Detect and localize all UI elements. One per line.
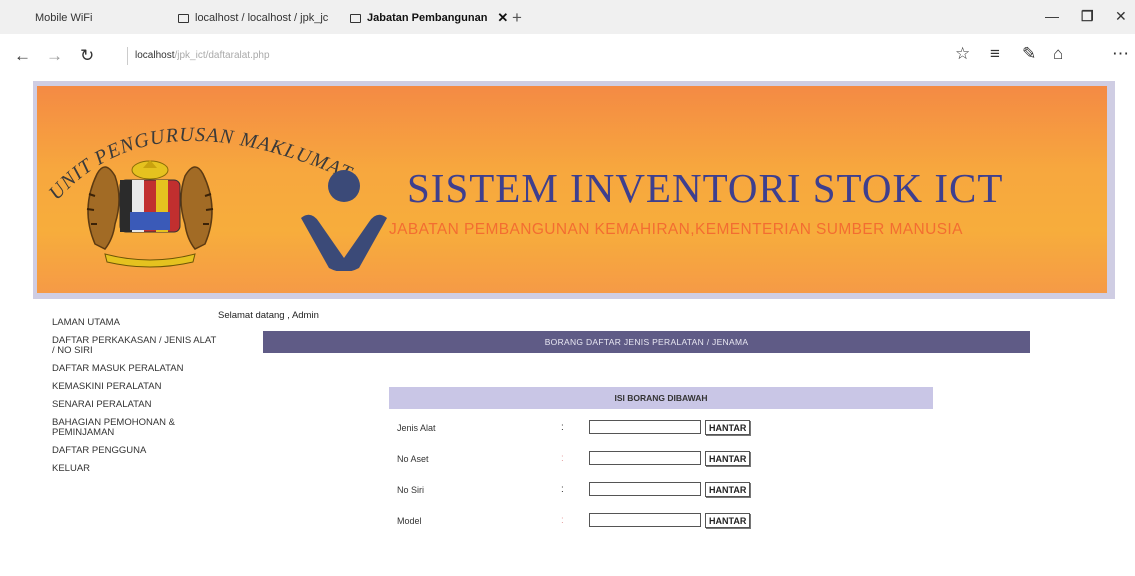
jenis-alat-input[interactable] [589,420,701,434]
hantar-jenis-alat-button[interactable]: HANTAR [705,420,751,435]
form-row-no-aset: No Aset : HANTAR [389,445,933,475]
url-field[interactable]: localhost/jpk_ict/daftaralat.php [135,50,270,61]
share-icon[interactable]: ⌂ [1053,44,1063,64]
sidebar-item-pemohonan-peminjaman[interactable]: BAHAGIAN PEMOHONAN & PEMINJAMAN [52,418,217,438]
close-window-icon[interactable]: ✕ [1115,8,1127,25]
field-colon: : [561,515,564,526]
form-title-bar: BORANG DAFTAR JENIS PERALATAN / JENAMA [263,331,1030,353]
hub-icon[interactable]: ≡ [990,44,1000,64]
tab-mobile-wifi[interactable]: Mobile WiFi [35,6,92,30]
sidebar-item-laman-utama[interactable]: LAMAN UTAMA [52,318,217,328]
refresh-icon[interactable]: ↻ [80,46,94,66]
page-icon [350,13,361,23]
welcome-text: Selamat datang , Admin [218,310,319,321]
tab-localhost[interactable]: localhost / localhost / jpk_jc [178,6,328,30]
tab-jabatan-pembangunan[interactable]: Jabatan Pembangunan ✕ [350,6,508,30]
back-icon[interactable]: ← [14,46,31,66]
close-tab-icon[interactable]: ✕ [497,10,508,26]
system-title: SISTEM INVENTORI STOK ICT [407,165,1004,211]
field-label: No Siri [397,485,425,495]
more-icon[interactable]: ⋯ [1112,44,1129,64]
forward-icon[interactable]: → [46,46,63,66]
department-subtitle: JABATAN PEMBANGUNAN KEMAHIRAN,KEMENTERIA… [389,221,963,238]
upm-emblem-logo [301,170,387,271]
form-header: ISI BORANG DIBAWAH [389,387,933,409]
field-colon: : [561,422,564,433]
new-tab-icon[interactable]: + [512,8,522,28]
sidebar-item-keluar[interactable]: KELUAR [52,464,217,474]
sidebar-item-senarai-peralatan[interactable]: SENARAI PERALATAN [52,400,217,410]
no-siri-input[interactable] [589,482,701,496]
address-separator [127,47,128,65]
sidebar-item-daftar-pengguna[interactable]: DAFTAR PENGGUNA [52,446,217,456]
coat-of-arms-logo [86,160,214,268]
hantar-no-siri-button[interactable]: HANTAR [705,482,751,497]
no-aset-input[interactable] [589,451,701,465]
sidebar-item-daftar-perkakasan[interactable]: DAFTAR PERKAKASAN / JENIS ALAT / NO SIRI [52,336,217,356]
field-label: No Aset [397,454,429,464]
field-label: Model [397,516,422,526]
hantar-no-aset-button[interactable]: HANTAR [705,451,751,466]
field-colon: : [561,484,564,495]
form-row-no-siri: No Siri : HANTAR [389,476,933,506]
field-colon: : [561,453,564,464]
field-label: Jenis Alat [397,423,436,433]
minimize-icon[interactable]: — [1045,8,1059,24]
url-path: /jpk_ict/daftaralat.php [174,50,270,61]
sidebar-item-daftar-masuk-peralatan[interactable]: DAFTAR MASUK PERALATAN [52,364,217,374]
sidebar-nav: LAMAN UTAMA DAFTAR PERKAKASAN / JENIS AL… [52,318,217,482]
page-icon [178,13,189,23]
form-row-jenis-alat: Jenis Alat : HANTAR [389,414,933,444]
url-host: localhost [135,50,175,61]
tab-label: Mobile WiFi [35,12,93,24]
header-banner: UNIT PENGURUSAN MAKLUMAT SISTEM INVENTOR… [37,86,1107,293]
tab-label: localhost / localhost / jpk_jc [195,12,329,24]
hantar-model-button[interactable]: HANTAR [705,513,751,528]
web-note-icon[interactable]: ✎ [1022,44,1036,64]
browser-tab-bar: Mobile WiFi localhost / localhost / jpk_… [0,0,1135,34]
form-row-model: Model : HANTAR [389,507,933,537]
favorite-star-icon[interactable]: ☆ [955,44,970,64]
maximize-icon[interactable]: ❐ [1081,8,1094,25]
sidebar-item-kemaskini-peralatan[interactable]: KEMASKINI PERALATAN [52,382,217,392]
tab-label: Jabatan Pembangunan [367,12,488,24]
model-input[interactable] [589,513,701,527]
